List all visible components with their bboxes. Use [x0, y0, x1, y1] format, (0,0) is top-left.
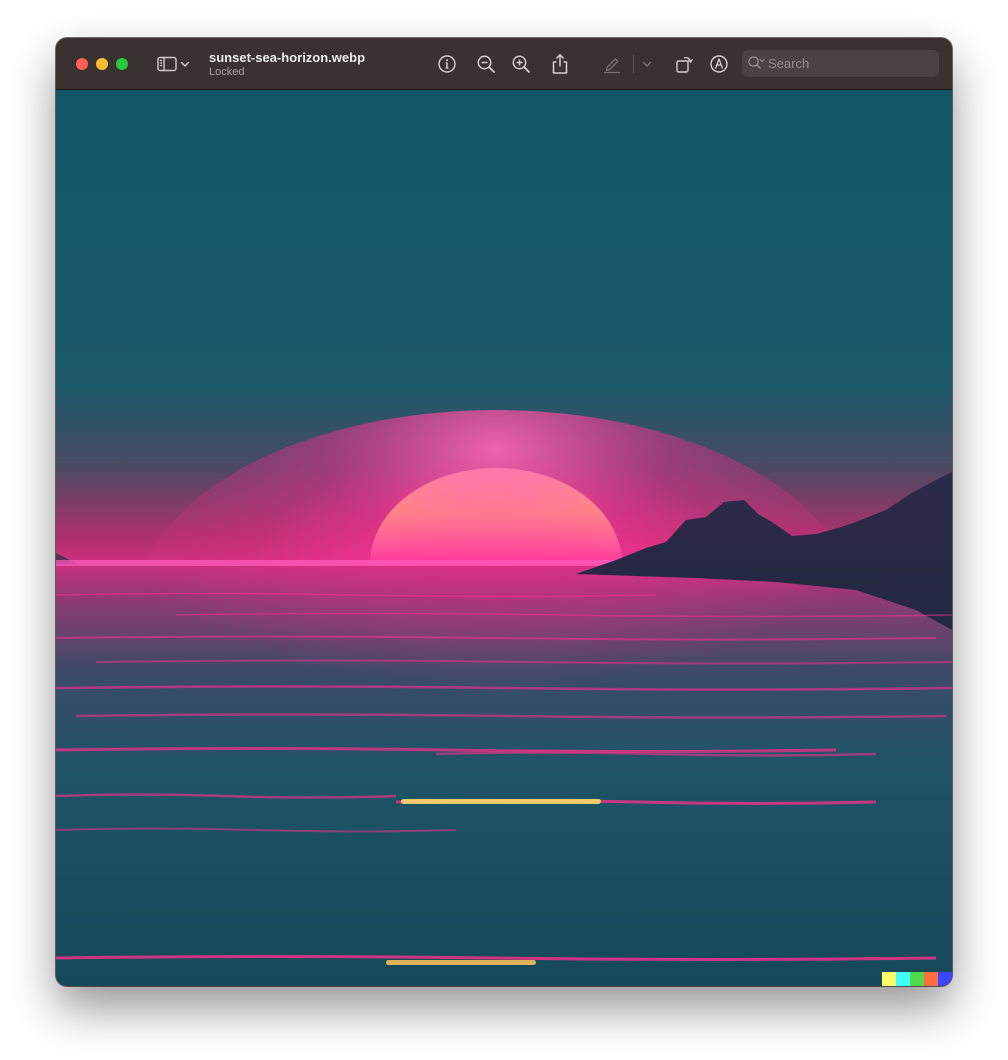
watermark-block: [924, 972, 938, 986]
highlighter-icon[interactable]: [600, 52, 624, 76]
share-icon[interactable]: [548, 52, 572, 76]
search-icon: [747, 55, 765, 76]
rotate-icon[interactable]: [672, 52, 696, 76]
watermark-block: [938, 972, 952, 986]
zoom-in-icon[interactable]: [509, 52, 533, 76]
watermark-block: [882, 972, 896, 986]
markup-icon[interactable]: [707, 52, 731, 76]
document-status: Locked: [209, 66, 245, 78]
sun-glint: [401, 799, 601, 804]
image-canvas: [56, 90, 952, 986]
search-input[interactable]: [768, 50, 933, 77]
chevron-down-icon[interactable]: [178, 52, 192, 76]
minimize-window-button[interactable]: [96, 58, 108, 70]
sidebar-icon[interactable]: [155, 52, 179, 76]
search-box[interactable]: [742, 50, 939, 77]
watermark-block: [896, 972, 910, 986]
zoom-window-button[interactable]: [116, 58, 128, 70]
sun-glint: [386, 960, 536, 965]
zoom-out-icon[interactable]: [474, 52, 498, 76]
info-icon[interactable]: [435, 52, 459, 76]
toolbar-divider: [633, 55, 634, 73]
preview-window: sunset-sea-horizon.webp Locked: [56, 38, 952, 986]
sunset-image: [56, 90, 952, 986]
chevron-down-icon[interactable]: [640, 52, 654, 76]
title-block: sunset-sea-horizon.webp Locked: [209, 50, 365, 79]
close-window-button[interactable]: [76, 58, 88, 70]
watermark-block: [910, 972, 924, 986]
title-bar: sunset-sea-horizon.webp Locked: [56, 38, 952, 90]
image-watermark: [882, 972, 952, 986]
document-title: sunset-sea-horizon.webp: [209, 50, 366, 65]
